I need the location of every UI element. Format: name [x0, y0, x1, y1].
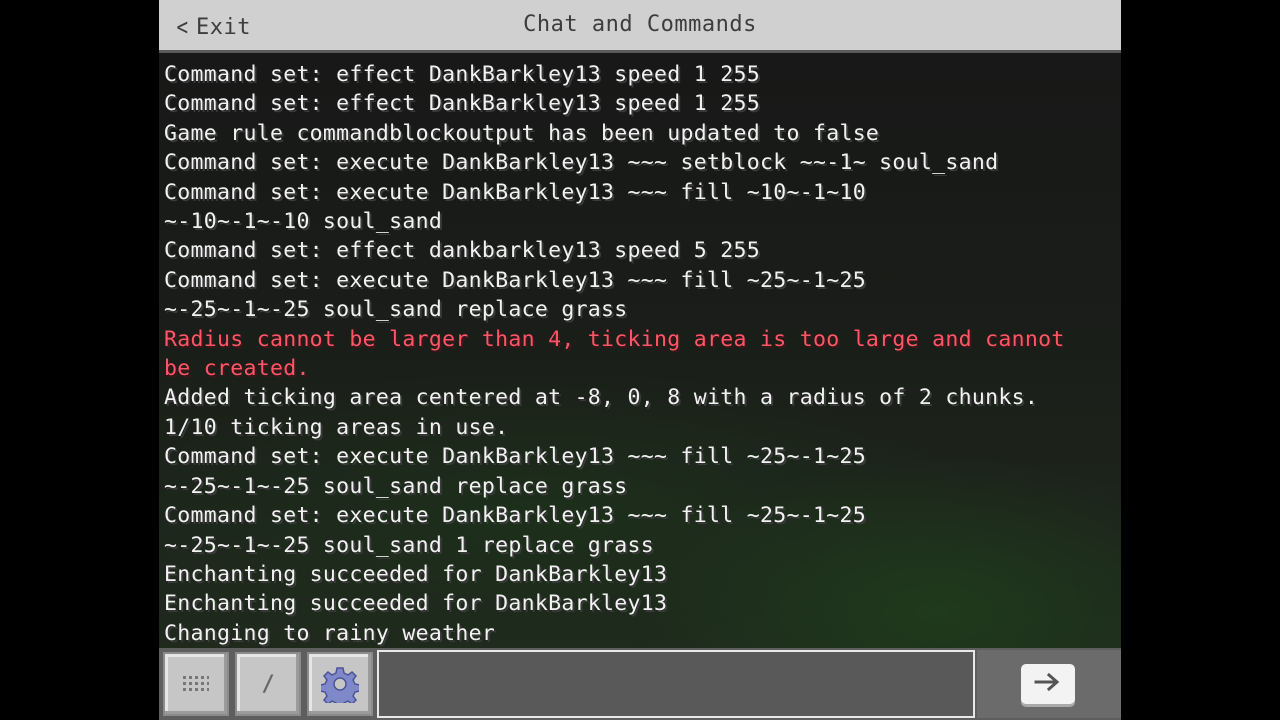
chat-message-line: Enchanting succeeded for DankBarkley13 [164, 591, 668, 617]
chat-message-line: ~-10~-1~-10 soul_sand [164, 209, 443, 235]
chat-message-line: Command set: execute DankBarkley13 ~~~ f… [164, 503, 866, 529]
slash-command-button[interactable]: / [235, 652, 301, 716]
chat-input[interactable] [377, 650, 975, 718]
chat-screen: < Exit Chat and Commands Command set: ef… [159, 0, 1121, 720]
chat-message-line: Changing to rainy weather [164, 620, 496, 646]
page-title: Chat and Commands [523, 12, 757, 37]
gear-icon [321, 665, 359, 703]
chat-error-line: be created. [164, 356, 310, 382]
chat-message-line: ~-25~-1~-25 soul_sand replace grass [164, 473, 628, 499]
chat-error-line: Radius cannot be larger than 4, ticking … [164, 326, 1065, 352]
chat-message-line: Command set: effect dankbarkley13 speed … [164, 238, 760, 264]
chat-message-line: Enchanting succeeded for DankBarkley13 [164, 561, 668, 587]
chat-message-line: Game rule commandblockoutput has been up… [164, 120, 880, 146]
chat-message-line: Command set: effect DankBarkley13 speed … [164, 91, 760, 117]
chat-message-line: ~-25~-1~-25 soul_sand 1 replace grass [164, 532, 655, 558]
keyboard-icon [183, 676, 209, 692]
slash-label: / [261, 671, 275, 697]
chat-message-line: 1/10 ticking areas in use. [164, 414, 509, 440]
chat-message-line: Command set: execute DankBarkley13 ~~~ f… [164, 179, 866, 205]
chat-log: Command set: effect DankBarkley13 speed … [164, 60, 1114, 648]
arrow-right-icon [1033, 672, 1063, 696]
send-button[interactable] [1021, 664, 1075, 704]
settings-button[interactable] [307, 652, 373, 716]
chat-message-line: Command set: effect DankBarkley13 speed … [164, 62, 760, 87]
chat-message-line: Command set: execute DankBarkley13 ~~~ f… [164, 444, 866, 470]
chat-message-line: ~-25~-1~-25 soul_sand replace grass [164, 297, 628, 323]
keyboard-button[interactable] [163, 652, 229, 716]
chat-header: < Exit Chat and Commands [159, 0, 1121, 53]
send-area [977, 650, 1121, 718]
chat-message-line: Added ticking area centered at -8, 0, 8 … [164, 385, 1039, 411]
chat-message-line: Command set: execute DankBarkley13 ~~~ s… [164, 150, 999, 176]
chat-toolbar: / [159, 648, 1121, 720]
chat-message-line: Command set: execute DankBarkley13 ~~~ f… [164, 267, 866, 293]
